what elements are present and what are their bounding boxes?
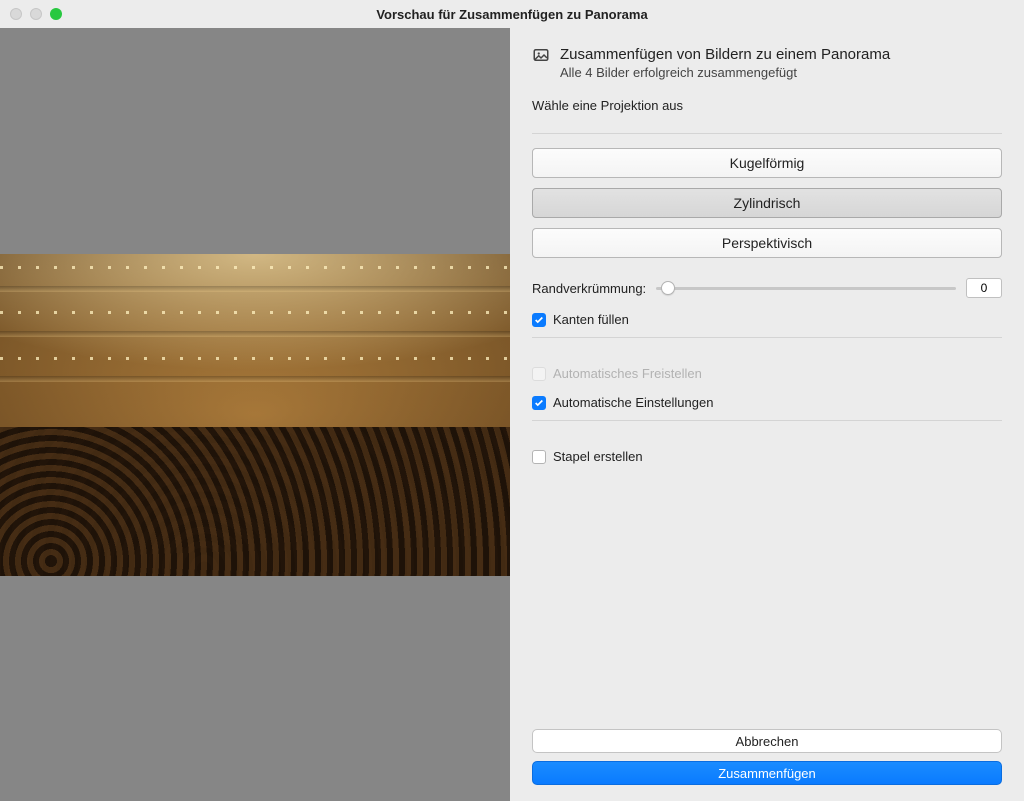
auto-settings-label: Automatische Einstellungen <box>553 395 713 410</box>
boundary-warp-row: Randverkrümmung: <box>532 278 1002 298</box>
fill-edges-checkbox[interactable] <box>532 313 546 327</box>
cancel-button[interactable]: Abbrechen <box>532 729 1002 753</box>
projection-cylindrical-button[interactable]: Zylindrisch <box>532 188 1002 218</box>
boundary-warp-slider[interactable] <box>656 287 956 290</box>
preview-pane <box>0 28 510 801</box>
panel-header: Zusammenfügen von Bildern zu einem Panor… <box>532 46 1002 80</box>
create-stack-label: Stapel erstellen <box>553 449 643 464</box>
window-controls <box>10 8 62 20</box>
projection-label: Wähle eine Projektion aus <box>532 98 1002 113</box>
fill-edges-label: Kanten füllen <box>553 312 629 327</box>
auto-crop-row: Automatisches Freistellen <box>532 366 1002 381</box>
panel-title: Zusammenfügen von Bildern zu einem Panor… <box>560 46 890 63</box>
separator <box>532 420 1002 421</box>
projection-group: Kugelförmig Zylindrisch Perspektivisch <box>532 148 1002 258</box>
auto-settings-checkbox[interactable] <box>532 396 546 410</box>
create-stack-checkbox[interactable] <box>532 450 546 464</box>
footer-buttons: Abbrechen Zusammenfügen <box>532 729 1002 785</box>
separator <box>532 337 1002 338</box>
titlebar: Vorschau für Zusammenfügen zu Panorama <box>0 0 1024 28</box>
separator <box>532 133 1002 134</box>
fill-edges-row[interactable]: Kanten füllen <box>532 312 1002 327</box>
boundary-warp-value[interactable] <box>966 278 1002 298</box>
projection-spherical-button[interactable]: Kugelförmig <box>532 148 1002 178</box>
auto-crop-checkbox <box>532 367 546 381</box>
content: Zusammenfügen von Bildern zu einem Panor… <box>0 28 1024 801</box>
close-window-button[interactable] <box>10 8 22 20</box>
minimize-window-button[interactable] <box>30 8 42 20</box>
panel-subtitle: Alle 4 Bilder erfolgreich zusammengefügt <box>560 65 890 80</box>
auto-settings-row[interactable]: Automatische Einstellungen <box>532 395 1002 410</box>
slider-thumb[interactable] <box>661 281 675 295</box>
window-title: Vorschau für Zusammenfügen zu Panorama <box>10 7 1014 22</box>
auto-crop-label: Automatisches Freistellen <box>553 366 702 381</box>
boundary-warp-label: Randverkrümmung: <box>532 281 646 296</box>
panorama-icon <box>532 46 550 80</box>
options-panel: Zusammenfügen von Bildern zu einem Panor… <box>510 28 1024 801</box>
merge-button[interactable]: Zusammenfügen <box>532 761 1002 785</box>
panorama-preview-image <box>0 254 510 576</box>
projection-perspective-button[interactable]: Perspektivisch <box>532 228 1002 258</box>
create-stack-row[interactable]: Stapel erstellen <box>532 449 1002 464</box>
zoom-window-button[interactable] <box>50 8 62 20</box>
